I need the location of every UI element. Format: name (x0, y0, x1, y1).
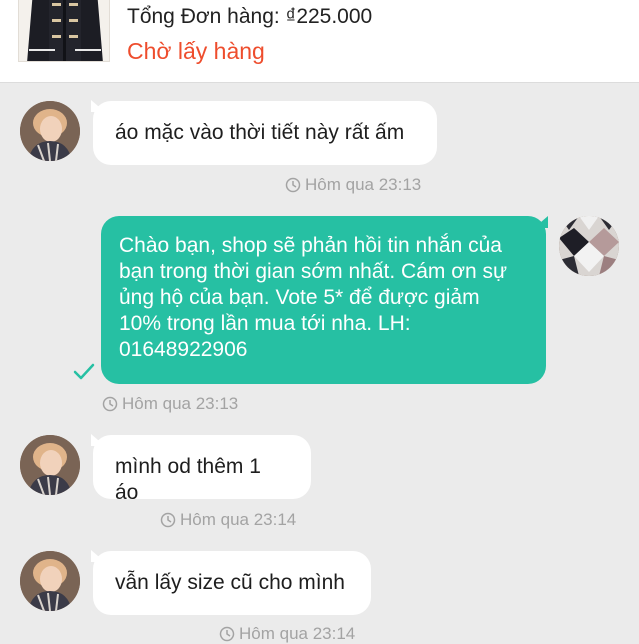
clock-icon (160, 512, 176, 528)
message-line: ủng hộ của bạn. Vote 5* để được giảm (119, 286, 480, 309)
message-text: áo mặc vào thời tiết này rất ấm (115, 121, 405, 144)
timestamp-text: Hôm qua 23:14 (180, 510, 297, 529)
shop-avatar[interactable] (559, 216, 619, 276)
message-line: bạn trong thời gian sớm nhất. Cám ơn sự (119, 260, 508, 283)
avatar-photo (20, 551, 80, 611)
message-text: vẫn lấy size cũ cho mình (115, 571, 345, 594)
message-line: 01648922906 (119, 338, 248, 361)
clock-icon (102, 396, 118, 412)
message-text: mình od thêm 1 áo (115, 455, 261, 504)
incoming-message-bubble[interactable]: vẫn lấy size cũ cho mình (93, 551, 371, 615)
outgoing-message-bubble[interactable]: Chào bạn, shop sẽ phản hồi tin nhắn của … (101, 216, 546, 384)
order-status: Chờ lấy hàng (127, 38, 265, 64)
avatar-photo (20, 101, 80, 161)
order-total: Tổng Đơn hàng: ₫225.000 (127, 5, 373, 28)
timestamp-text: Hôm qua 23:13 (305, 175, 422, 194)
timestamp-text: Hôm qua 23:13 (122, 394, 239, 413)
customer-avatar[interactable] (20, 551, 80, 611)
clock-icon (285, 177, 301, 193)
avatar-photo (20, 435, 80, 495)
avatar-photo (559, 216, 619, 276)
incoming-message-bubble[interactable]: mình od thêm 1 áo (93, 435, 311, 504)
product-thumbnail[interactable] (18, 0, 110, 62)
message-timestamp: Hôm qua 23:13 (102, 394, 238, 414)
check-icon (73, 363, 95, 380)
customer-avatar[interactable] (20, 101, 80, 161)
message-timestamp: Hôm qua 23:14 (219, 624, 355, 644)
jacket-image (19, 0, 109, 61)
timestamp-text: Hôm qua 23:14 (239, 624, 356, 643)
message-line: Chào bạn, shop sẽ phản hồi tin nhắn của (119, 234, 502, 257)
order-summary-card[interactable]: Tổng Đơn hàng: ₫225.000 Chờ lấy hàng (0, 0, 639, 83)
customer-avatar[interactable] (20, 435, 80, 495)
message-line: 10% trong lần mua tới nha. LH: (119, 312, 411, 335)
message-timestamp: Hôm qua 23:14 (160, 510, 296, 530)
incoming-message-bubble[interactable]: áo mặc vào thời tiết này rất ấm (93, 101, 437, 165)
message-timestamp: Hôm qua 23:13 (285, 175, 421, 195)
